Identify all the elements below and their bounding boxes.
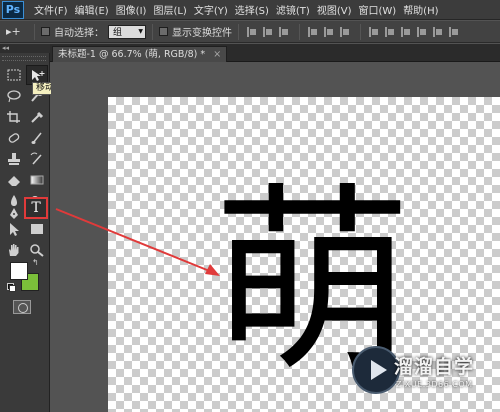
foreground-color-swatch[interactable] (10, 262, 28, 280)
document-tab-title: 未标题-1 @ 66.7% (萌, RGB/8) * (58, 49, 206, 60)
healing-brush-tool-icon[interactable] (3, 128, 25, 148)
auto-select-dropdown[interactable]: 组 ▼ (108, 24, 146, 39)
show-transform-checkbox[interactable] (159, 27, 168, 36)
menu-window[interactable]: 窗口(W) (358, 2, 396, 17)
swap-colors-icon[interactable]: ↰ (32, 258, 39, 267)
watermark: 溜溜自学 ZIXUE.3D66.COM (352, 346, 500, 412)
auto-select-value: 组 (113, 28, 123, 38)
menu-file[interactable]: 文件(F) (34, 2, 68, 17)
zoom-tool-icon[interactable] (26, 240, 48, 260)
distribute-hcenter-icon[interactable] (431, 26, 443, 38)
distribute-bottom-icon[interactable] (399, 26, 411, 38)
eyedropper-tool-icon[interactable] (26, 107, 48, 127)
watermark-url: ZIXUE.3D66.COM (396, 380, 473, 389)
menu-bar: Ps 文件(F) 编辑(E) 图像(I) 图层(L) 文字(Y) 选择(S) 滤… (0, 0, 500, 20)
align-top-icon[interactable] (245, 26, 257, 38)
menu-image[interactable]: 图像(I) (116, 2, 147, 17)
toolbox: T (0, 53, 50, 412)
crop-tool-icon[interactable] (3, 107, 25, 127)
clone-stamp-tool-icon[interactable] (3, 149, 25, 169)
options-separator (152, 23, 153, 40)
type-tool-icon[interactable]: T (24, 197, 48, 219)
align-left-icon[interactable] (306, 26, 318, 38)
hand-tool-icon[interactable] (3, 240, 25, 260)
marquee-tool-icon[interactable] (3, 65, 25, 85)
options-separator (34, 23, 35, 40)
auto-select-label: 自动选择： (54, 28, 104, 39)
close-icon[interactable]: × (213, 49, 221, 60)
show-transform-label: 显示变换控件 (172, 28, 232, 39)
path-selection-tool-icon[interactable] (3, 219, 25, 239)
document-tab[interactable]: 未标题-1 @ 66.7% (萌, RGB/8) * × (52, 46, 228, 62)
auto-select-checkbox[interactable] (41, 27, 50, 36)
distribute-top-icon[interactable] (367, 26, 379, 38)
options-bar: ▸+ 自动选择： 组 ▼ 显示变换控件 (0, 21, 500, 43)
document-tab-bar: 未标题-1 @ 66.7% (萌, RGB/8) * × (50, 44, 500, 62)
quick-mask-icon[interactable] (13, 300, 31, 314)
menu-select[interactable]: 选择(S) (235, 2, 269, 17)
photoshop-logo: Ps (2, 0, 24, 19)
default-colors-icon[interactable] (7, 283, 16, 292)
history-brush-tool-icon[interactable] (26, 149, 48, 169)
distribute-vcenter-icon[interactable] (383, 26, 395, 38)
align-bottom-icon[interactable] (277, 26, 289, 38)
eraser-tool-icon[interactable] (3, 170, 25, 190)
play-logo-icon (352, 346, 400, 394)
panel-collapse-button[interactable]: ◂◂ (0, 44, 50, 53)
options-separator (299, 23, 300, 40)
brush-tool-icon[interactable] (26, 128, 48, 148)
menu-type[interactable]: 文字(Y) (194, 2, 228, 17)
watermark-title: 溜溜自学 (394, 356, 475, 378)
menu-view[interactable]: 视图(V) (317, 2, 352, 17)
menu-layer[interactable]: 图层(L) (153, 2, 186, 17)
menu-filter[interactable]: 滤镜(T) (276, 2, 310, 17)
rectangle-tool-icon[interactable] (26, 219, 48, 239)
options-separator (238, 23, 239, 40)
menu-help[interactable]: 帮助(H) (403, 2, 438, 17)
distribute-left-icon[interactable] (415, 26, 427, 38)
menu-edit[interactable]: 编辑(E) (75, 2, 109, 17)
lasso-tool-icon[interactable] (3, 86, 25, 106)
align-vcenter-icon[interactable] (261, 26, 273, 38)
chevron-down-icon: ▼ (138, 28, 143, 35)
options-separator (360, 23, 361, 40)
align-hcenter-icon[interactable] (322, 26, 334, 38)
gradient-tool-icon[interactable] (26, 170, 48, 190)
align-right-icon[interactable] (338, 26, 350, 38)
distribute-right-icon[interactable] (447, 26, 459, 38)
tool-preset-picker[interactable]: ▸+ (6, 24, 28, 40)
toolbox-grip[interactable] (2, 56, 46, 61)
